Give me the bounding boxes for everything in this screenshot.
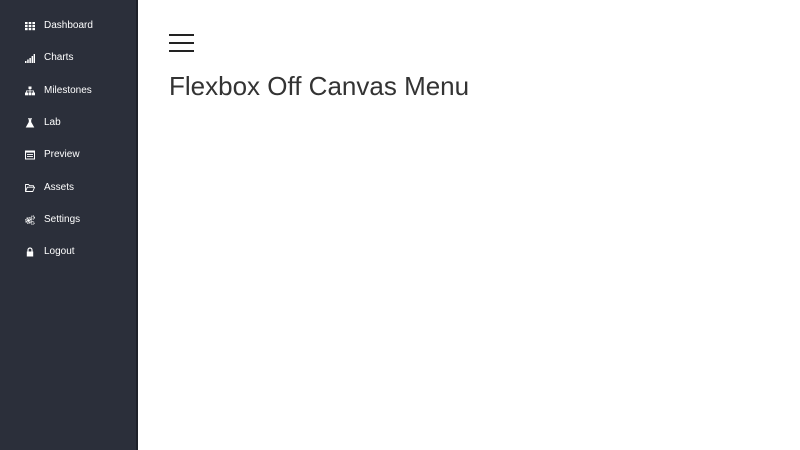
sidebar-item-label: Preview <box>44 149 80 161</box>
sitemap-icon <box>25 86 35 96</box>
sidebar-item-lab[interactable]: Lab <box>0 107 136 139</box>
hamburger-line <box>169 50 194 52</box>
sidebar-nav: Dashboard Charts Milestones Lab Preview … <box>0 0 136 268</box>
sidebar-item-label: Assets <box>44 181 75 193</box>
hamburger-line <box>169 42 194 44</box>
grid-icon <box>25 21 35 31</box>
sidebar-item-assets[interactable]: Assets <box>0 171 136 203</box>
main-content: Flexbox Off Canvas Menu <box>138 0 800 450</box>
hamburger-line <box>169 34 194 36</box>
folder-open-icon <box>25 183 35 193</box>
lock-icon <box>25 247 35 257</box>
cogs-icon <box>25 215 35 225</box>
flask-icon <box>25 118 35 128</box>
sidebar-item-settings[interactable]: Settings <box>0 204 136 236</box>
list-alt-icon <box>25 150 35 160</box>
sidebar-item-preview[interactable]: Preview <box>0 139 136 171</box>
sidebar-item-label: Dashboard <box>44 20 93 32</box>
sidebar-item-label: Settings <box>44 213 81 225</box>
sidebar-item-label: Milestones <box>44 84 92 96</box>
sidebar-item-label: Logout <box>44 246 75 258</box>
page-title: Flexbox Off Canvas Menu <box>169 71 470 101</box>
sidebar-item-logout[interactable]: Logout <box>0 236 136 268</box>
hamburger-menu-icon[interactable] <box>169 34 194 52</box>
sidebar-item-label: Lab <box>44 117 61 129</box>
app-root: Dashboard Charts Milestones Lab Preview … <box>0 0 800 450</box>
sidebar-item-milestones[interactable]: Milestones <box>0 75 136 107</box>
signal-bars-icon <box>25 53 35 64</box>
sidebar-item-label: Charts <box>44 52 74 64</box>
sidebar-item-charts[interactable]: Charts <box>0 42 136 74</box>
sidebar: Dashboard Charts Milestones Lab Preview … <box>0 0 138 450</box>
sidebar-item-dashboard[interactable]: Dashboard <box>0 10 136 42</box>
